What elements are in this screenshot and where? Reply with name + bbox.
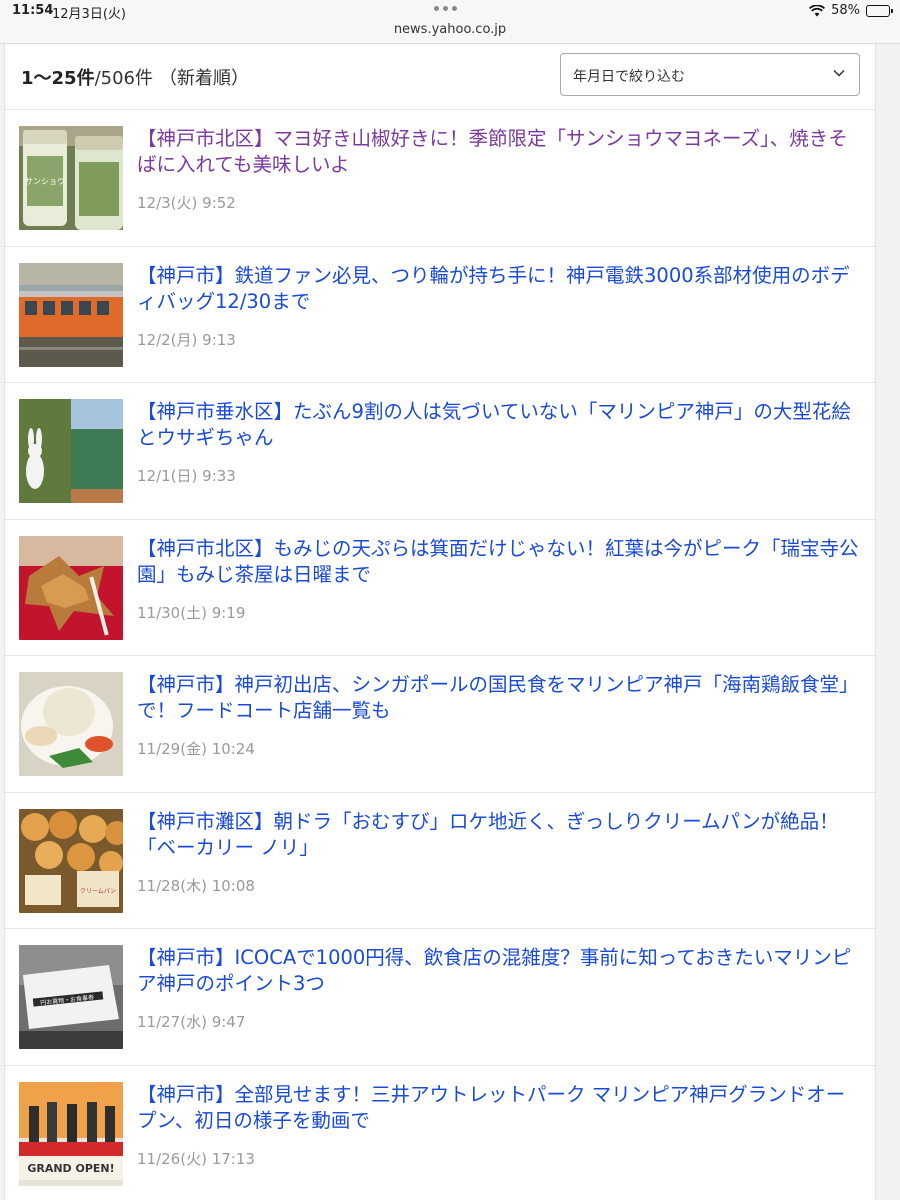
url-text: news.yahoo.co.jp — [393, 22, 507, 37]
thumb-label: クリームパン — [80, 888, 116, 895]
result-count: 1〜25件/506件 （新着順） — [21, 64, 249, 90]
article-thumbnail[interactable] — [19, 262, 123, 367]
article-title[interactable]: 【神戸市垂水区】たぶん9割の人は気づいていない「マリンピア神戸」の大型花絵とウサ… — [137, 399, 859, 451]
page-gutter — [876, 44, 900, 1200]
status-date: 12月3日(火) — [52, 7, 126, 22]
article-date: 11/28(木) 10:08 — [137, 876, 255, 895]
article-item[interactable]: 【神戸市垂水区】たぶん9割の人は気づいていない「マリンピア神戸」の大型花絵とウサ… — [5, 383, 875, 520]
article-title[interactable]: 【神戸市灘区】朝ドラ「おむすび」ロケ地近く、ぎっしりクリームパンが絶品！「ベーカ… — [137, 809, 859, 861]
battery-icon — [866, 4, 893, 17]
article-title[interactable]: 【神戸市】神戸初出店、シンガポールの国民食をマリンピア神戸「海南鶏飯食堂」で！フ… — [137, 672, 859, 724]
article-thumbnail[interactable]: GRAND OPEN! — [19, 1081, 123, 1186]
sort-order-label: （新着順） — [159, 68, 249, 89]
result-range: 1〜25件 — [21, 68, 95, 89]
date-filter-label: 年月日で絞り込む — [573, 69, 685, 85]
article-thumbnail[interactable]: クリームパン — [19, 808, 123, 913]
article-item[interactable]: サンショウ 【神戸市北区】マヨ好き山椒好きに！季節限定「サンショウマヨネーズ」、… — [5, 110, 875, 247]
article-thumbnail[interactable] — [19, 535, 123, 640]
result-total: /506件 — [94, 68, 153, 89]
thumb-label: サンショウ — [25, 177, 65, 186]
wifi-icon — [809, 4, 826, 17]
multitasking-dots-icon[interactable] — [434, 6, 457, 11]
article-date: 11/26(火) 17:13 — [137, 1149, 255, 1168]
article-thumbnail[interactable] — [19, 672, 123, 776]
article-item[interactable]: 【神戸市】神戸初出店、シンガポールの国民食をマリンピア神戸「海南鶏飯食堂」で！フ… — [5, 656, 875, 793]
article-date: 11/30(土) 9:19 — [137, 603, 246, 622]
article-date: 12/1(日) 9:33 — [137, 467, 236, 485]
article-date: 11/27(水) 9:47 — [137, 1013, 246, 1031]
article-title[interactable]: 【神戸市】ICOCAで1000円得、飲食店の混雑度？事前に知っておきたいマリンピ… — [137, 945, 859, 997]
news-list-panel: 1〜25件/506件 （新着順） 年月日で絞り込む サンショウ 【神戸市北区】マ… — [4, 44, 876, 1200]
article-item[interactable]: GRAND OPEN! 【神戸市】全部見せます！三井アウトレットパーク マリンピ… — [5, 1066, 875, 1200]
article-title[interactable]: 【神戸市北区】マヨ好き山椒好きに！季節限定「サンショウマヨネーズ」、焼きそばに入… — [137, 126, 859, 178]
date-filter-select[interactable]: 年月日で絞り込む — [560, 53, 860, 96]
article-date: 12/3(火) 9:52 — [137, 194, 236, 212]
article-title[interactable]: 【神戸市】全部見せます！三井アウトレットパーク マリンピア神戸グランドオープン、… — [137, 1082, 859, 1134]
thumb-label: GRAND OPEN! — [27, 1162, 114, 1175]
status-time: 11:54 — [12, 3, 54, 18]
article-list: サンショウ 【神戸市北区】マヨ好き山椒好きに！季節限定「サンショウマヨネーズ」、… — [5, 110, 875, 1200]
article-item[interactable]: 【神戸市】鉄道ファン必見、つり輪が持ち手に！神戸電鉄3000系部材使用のボディバ… — [5, 247, 875, 383]
article-date: 11/29(金) 10:24 — [137, 740, 255, 758]
results-header: 1〜25件/506件 （新着順） 年月日で絞り込む — [5, 44, 875, 110]
article-date: 12/2(月) 9:13 — [137, 330, 236, 349]
address-bar[interactable]: news.yahoo.co.jp — [0, 22, 900, 44]
battery-percent: 58% — [831, 3, 860, 18]
status-bar: 11:54 12月3日(火) 58% — [0, 0, 900, 22]
article-title[interactable]: 【神戸市北区】もみじの天ぷらは箕面だけじゃない！紅葉は今がピーク「瑞宝寺公園」も… — [137, 536, 859, 588]
chevron-down-icon — [833, 67, 845, 79]
article-thumbnail[interactable]: サンショウ — [19, 126, 123, 230]
article-title[interactable]: 【神戸市】鉄道ファン必見、つり輪が持ち手に！神戸電鉄3000系部材使用のボディバ… — [137, 263, 859, 315]
article-item[interactable]: 【神戸市北区】もみじの天ぷらは箕面だけじゃない！紅葉は今がピーク「瑞宝寺公園」も… — [5, 520, 875, 656]
article-item[interactable]: クリームパン 【神戸市灘区】朝ドラ「おむすび」ロケ地近く、ぎっしりクリームパンが… — [5, 793, 875, 929]
article-item[interactable]: 円お買物・お食事券 【神戸市】ICOCAで1000円得、飲食店の混雑度？事前に知… — [5, 929, 875, 1066]
article-thumbnail[interactable] — [19, 399, 123, 503]
article-thumbnail[interactable]: 円お買物・お食事券 — [19, 945, 123, 1049]
